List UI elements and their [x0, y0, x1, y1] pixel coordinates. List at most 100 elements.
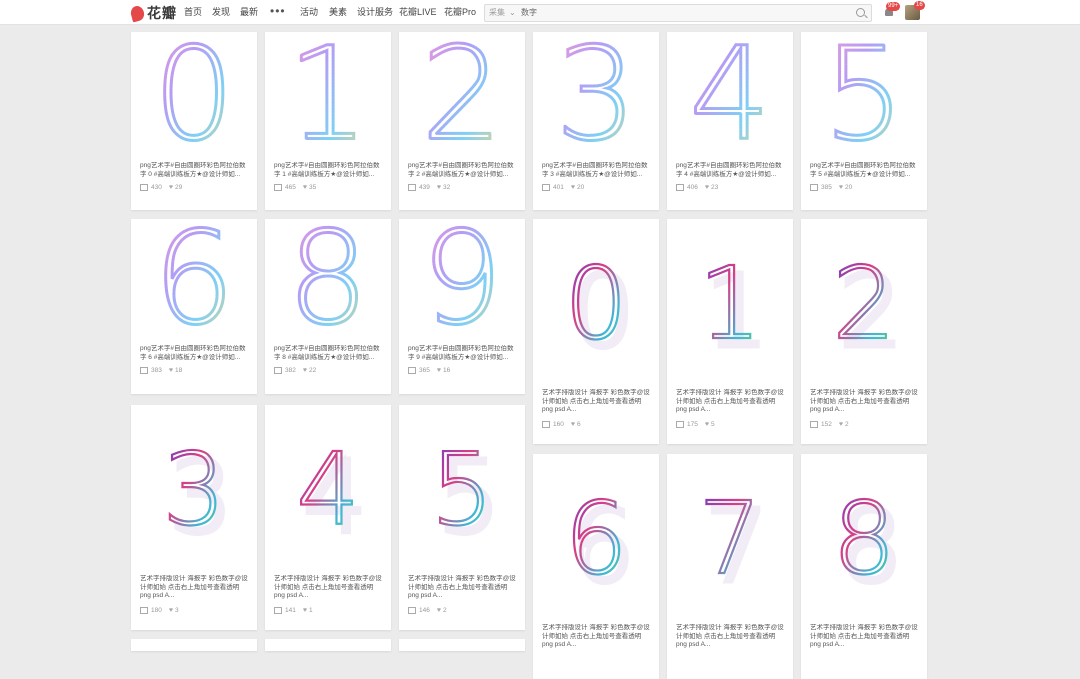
pin-card[interactable]: 7 7 艺术字排版设计 海报字 彩色数字@设计师如始 点击右上角加号查看透明 png… — [667, 454, 793, 679]
pin-card[interactable]: 3 3 艺术字排版设计 海报字 彩色数字@设计师如始 点击右上角加号查看透明 png… — [131, 405, 257, 630]
heart-icon: ♥ — [302, 184, 308, 191]
nav-design-service[interactable]: 设计服务 — [357, 0, 393, 24]
repin-icon — [408, 367, 416, 374]
pin-stats: 382 ♥ 22 — [274, 367, 316, 374]
pin-image[interactable]: 8 — [265, 219, 391, 345]
like-count: 22 — [309, 367, 317, 374]
like-count: 2 — [845, 421, 849, 428]
digit-glyph: 0 — [564, 245, 628, 362]
heart-icon: ♥ — [570, 421, 576, 428]
pin-image[interactable]: 4 — [667, 32, 793, 162]
pin-card[interactable]: 8 png艺术字#自由圆圈环彩色阿拉伯数字 8 #高端训练板方★@设计师如... 3… — [265, 219, 391, 394]
like-count: 23 — [711, 184, 719, 191]
search-box: 采集 ⌄ — [484, 4, 872, 22]
repin-icon — [274, 607, 282, 614]
nav-huaban-live[interactable]: 花瓣LIVE — [399, 0, 437, 24]
repin-icon — [408, 607, 416, 614]
pin-description: png艺术字#自由圆圈环彩色阿拉伯数字 5 #高端训练板方★@设计师如... — [810, 162, 916, 178]
repin-count: 180 — [151, 607, 162, 614]
repin-icon — [542, 184, 550, 191]
heart-icon: ♥ — [838, 421, 844, 428]
pin-stats: 146 ♥ 2 — [408, 607, 447, 614]
pin-description: png艺术字#自由圆圈环彩色阿拉伯数字 4 #高端训练板方★@设计师如... — [676, 162, 782, 178]
pin-description: 艺术字排版设计 海报字 彩色数字@设计师如始 点击右上角加号查看透明 png p… — [810, 389, 918, 413]
pin-card[interactable]: 6 png艺术字#自由圆圈环彩色阿拉伯数字 6 #高端训练板方★@设计师如... 3… — [131, 219, 257, 394]
repin-icon — [274, 367, 282, 374]
digit-glyph: 1 — [287, 32, 368, 162]
pin-card[interactable]: 1 png艺术字#自由圆圈环彩色阿拉伯数字 1 #高端训练板方★@设计师如... 4… — [265, 32, 391, 210]
pin-card[interactable]: 2 png艺术字#自由圆圈环彩色阿拉伯数字 2 #高端训练板方★@设计师如... 4… — [399, 32, 525, 210]
pin-card[interactable]: 0 png艺术字#自由圆圈环彩色阿拉伯数字 0 #高端训练板方★@设计师如... 4… — [131, 32, 257, 210]
pin-image[interactable]: 00 — [533, 219, 659, 384]
search-category[interactable]: 采集 — [489, 5, 505, 21]
pin-image[interactable]: 44 — [265, 405, 391, 570]
digit-glyph: 0 — [153, 32, 234, 162]
pin-card[interactable]: 0 0 艺术字排版设计 海报字 彩色数字@设计师如始 点击右上角加号查看透明 png… — [533, 219, 659, 444]
pin-image[interactable]: 1 — [265, 32, 391, 162]
pin-card[interactable]: 4 4 艺术字排版设计 海报字 彩色数字@设计师如始 点击右上角加号查看透明 png… — [265, 405, 391, 630]
repin-count: 141 — [285, 607, 296, 614]
logo-text: 花瓣 — [147, 5, 177, 21]
message-count-badge: 99+ — [886, 2, 901, 11]
nav-activity[interactable]: 活动 — [300, 0, 318, 24]
pin-card[interactable]: 6 6 艺术字排版设计 海报字 彩色数字@设计师如始 点击右上角加号查看透明 png… — [533, 454, 659, 679]
pin-card[interactable]: 3 png艺术字#自由圆圈环彩色阿拉伯数字 3 #高端训练板方★@设计师如... 4… — [533, 32, 659, 210]
like-count: 32 — [443, 184, 451, 191]
repin-icon — [140, 607, 148, 614]
digit-glyph: 8 — [287, 219, 368, 345]
pin-stats: 383 ♥ 18 — [140, 367, 182, 374]
pin-card[interactable]: 2 2 艺术字排版设计 海报字 彩色数字@设计师如始 点击右上角加号查看透明 png… — [801, 219, 927, 444]
pin-card[interactable]: 5 png艺术字#自由圆圈环彩色阿拉伯数字 5 #高端训练板方★@设计师如... 3… — [801, 32, 927, 210]
repin-icon — [140, 367, 148, 374]
pin-card[interactable]: 1 1 艺术字排版设计 海报字 彩色数字@设计师如始 点击右上角加号查看透明 png… — [667, 219, 793, 444]
pin-image[interactable]: 3 — [533, 32, 659, 162]
huaban-logo[interactable]: 花瓣 — [129, 3, 177, 23]
repin-count: 146 — [419, 607, 430, 614]
like-count: 29 — [175, 184, 183, 191]
pin-card[interactable]: 5 5 艺术字排版设计 海报字 彩色数字@设计师如始 点击右上角加号查看透明 png… — [399, 405, 525, 630]
pin-image[interactable]: 6 — [131, 219, 257, 345]
pin-description: 艺术字排版设计 海报字 彩色数字@设计师如始 点击右上角加号查看透明 png p… — [542, 389, 650, 413]
pin-stats: 385 ♥ 20 — [810, 184, 852, 191]
pin-image[interactable]: 22 — [801, 219, 927, 384]
pin-card[interactable]: 4 png艺术字#自由圆圈环彩色阿拉伯数字 4 #高端训练板方★@设计师如... 4… — [667, 32, 793, 210]
pin-description: 艺术字排版设计 海报字 彩色数字@设计师如始 点击右上角加号查看透明 png p… — [676, 624, 784, 648]
pin-image[interactable]: 33 — [131, 405, 257, 570]
nav-latest[interactable]: 最新 — [240, 0, 258, 24]
more-menu-icon[interactable]: ••• — [270, 0, 286, 24]
repin-icon — [274, 184, 282, 191]
pin-description: 艺术字排版设计 海报字 彩色数字@设计师如始 点击右上角加号查看透明 png p… — [140, 575, 248, 599]
repin-icon — [140, 184, 148, 191]
digit-glyph: 6 — [564, 480, 628, 597]
pin-description: png艺术字#自由圆圈环彩色阿拉伯数字 2 #高端训练板方★@设计师如... — [408, 162, 514, 178]
pin-image[interactable]: 11 — [667, 219, 793, 384]
pin-image[interactable]: 0 — [131, 32, 257, 162]
pin-image[interactable]: 9 — [399, 219, 525, 345]
pin-image[interactable]: 2 — [399, 32, 525, 162]
pin-image[interactable]: 66 — [533, 454, 659, 619]
pin-stats: 406 ♥ 23 — [676, 184, 718, 191]
digit-glyph: 5 — [823, 32, 904, 162]
search-input[interactable] — [521, 6, 821, 18]
pin-card[interactable] — [399, 639, 525, 651]
pin-description: png艺术字#自由圆圈环彩色阿拉伯数字 8 #高端训练板方★@设计师如... — [274, 345, 380, 361]
pin-card[interactable] — [131, 639, 257, 651]
pin-card[interactable]: 8 8 艺术字排版设计 海报字 彩色数字@设计师如始 点击右上角加号查看透明 png… — [801, 454, 927, 679]
pin-description: 艺术字排版设计 海报字 彩色数字@设计师如始 点击右上角加号查看透明 png p… — [542, 624, 650, 648]
nav-discover[interactable]: 发现 — [212, 0, 230, 24]
pin-card[interactable]: 9 png艺术字#自由圆圈环彩色阿拉伯数字 9 #高端训练板方★@设计师如... 3… — [399, 219, 525, 394]
heart-icon: ♥ — [302, 367, 308, 374]
pin-image[interactable]: 77 — [667, 454, 793, 619]
pin-description: png艺术字#自由圆圈环彩色阿拉伯数字 0 #高端训练板方★@设计师如... — [140, 162, 246, 178]
digit-glyph: 3 — [162, 431, 226, 548]
nav-huaban-pro[interactable]: 花瓣Pro — [444, 0, 476, 24]
chevron-down-icon[interactable]: ⌄ — [509, 5, 516, 21]
pin-card[interactable] — [265, 639, 391, 651]
pin-image[interactable]: 88 — [801, 454, 927, 619]
pin-image[interactable]: 55 — [399, 405, 525, 570]
nav-meisu[interactable]: 美素 — [329, 0, 347, 24]
repin-count: 382 — [285, 367, 296, 374]
nav-home[interactable]: 首页 — [184, 0, 202, 24]
search-icon[interactable] — [856, 8, 865, 17]
pin-image[interactable]: 5 — [801, 32, 927, 162]
